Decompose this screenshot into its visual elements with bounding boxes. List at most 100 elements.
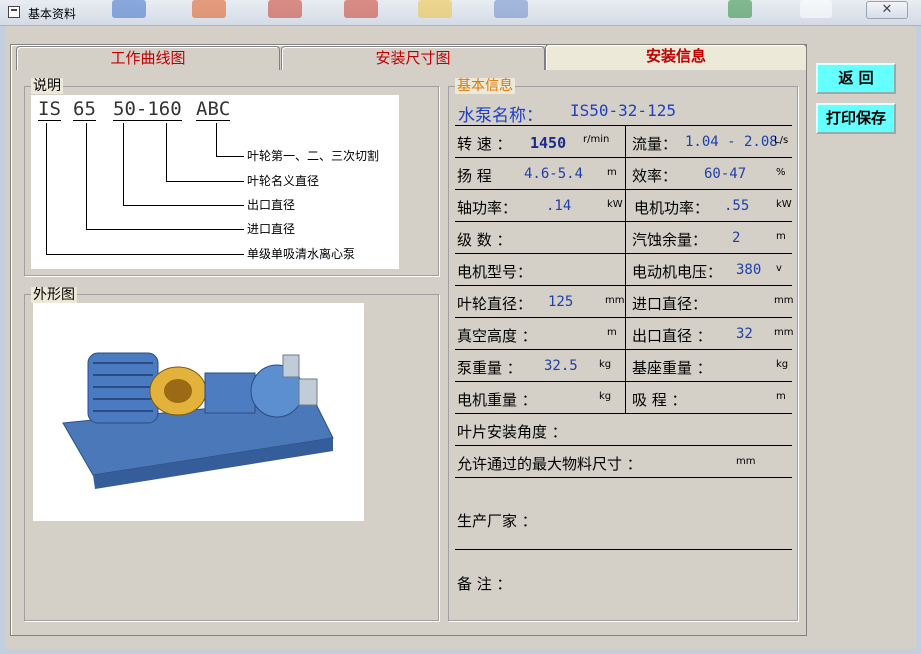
flow-value: 1.04 - 2.08: [685, 134, 778, 150]
pump-photo-icon: [62, 352, 334, 489]
shaft-power-unit: kW: [607, 199, 623, 210]
remarks-label: 备 注 ：: [457, 575, 512, 593]
code-inlet: 65: [73, 98, 96, 121]
leader-line: [46, 254, 244, 255]
print-save-button[interactable]: 打印保存: [816, 103, 896, 134]
blade-angle-label: 叶片安装角度 ：: [457, 423, 567, 441]
row-divider: [455, 285, 792, 286]
leader-line: [86, 229, 244, 230]
back-button[interactable]: 返 回: [816, 63, 896, 94]
taskbar-ghost-icon: [728, 0, 752, 18]
outlet-diameter-unit: mm: [774, 327, 794, 338]
base-weight-unit: kg: [776, 359, 789, 370]
motor-weight-label: 电机重量 ：: [457, 391, 537, 409]
motor-voltage-label: 电动机电压：: [632, 263, 723, 281]
code-cut: ABC: [196, 98, 231, 121]
leader-line: [86, 123, 87, 229]
outlet-diameter-label: 出口直径 ：: [632, 327, 712, 345]
taskbar-ghost-icon: [800, 0, 832, 18]
appearance-legend: 外形图: [31, 287, 77, 303]
annotation-cut: 叶轮第一、二、三次切割: [247, 149, 380, 163]
row-divider: [455, 157, 792, 158]
row-divider: [455, 445, 792, 446]
taskbar-ghost-icon: [268, 0, 302, 18]
speed-unit: r/min: [583, 134, 610, 145]
npsh-label: 汽蚀余量：: [632, 231, 708, 249]
head-unit: m: [607, 167, 617, 178]
motor-power-value: .55: [724, 198, 750, 214]
code-series: IS: [38, 98, 61, 121]
taskbar-ghost-icon: [344, 0, 378, 18]
row-divider: [455, 349, 792, 350]
npsh-unit: m: [776, 231, 786, 242]
leader-line: [216, 156, 244, 157]
max-particle-unit: mm: [736, 456, 756, 467]
outlet-diameter-value: 32: [736, 326, 753, 342]
taskbar-ghost-icon: [112, 0, 146, 18]
pump-weight-label: 泵重量 ：: [457, 359, 522, 377]
annotation-impeller: 叶轮名义直径: [247, 174, 320, 188]
row-divider: [455, 189, 792, 190]
efficiency-unit: %: [776, 167, 786, 178]
inlet-diameter-unit: mm: [774, 295, 794, 306]
pump-weight-value: 32.5: [544, 358, 578, 374]
motor-power-unit: kW: [776, 199, 792, 210]
row-divider: [455, 477, 792, 478]
leader-line: [216, 123, 217, 156]
annotation-inlet: 进口直径: [247, 222, 296, 236]
leader-line: [166, 123, 167, 181]
row-divider: [455, 125, 792, 126]
motor-model-label: 电机型号：: [457, 263, 533, 281]
pump-name-label: 水泵名称：: [458, 106, 543, 126]
motor-voltage-value: 380: [736, 262, 762, 278]
pump-weight-unit: kg: [599, 359, 612, 370]
leader-line: [46, 123, 47, 254]
taskbar-ghost-icon: [192, 0, 226, 18]
vacuum-height-unit: m: [607, 327, 617, 338]
flow-unit: L/s: [774, 135, 789, 146]
motor-power-label: 电机功率：: [634, 199, 710, 217]
row-divider: [455, 413, 792, 414]
efficiency-value: 60-47: [704, 166, 747, 182]
flow-label: 流量：: [632, 135, 678, 153]
row-divider: [455, 221, 792, 222]
pump-model-value: IS50-32-125: [570, 101, 676, 120]
impeller-diameter-label: 叶轮直径：: [457, 295, 533, 313]
efficiency-label: 效率：: [632, 167, 678, 185]
max-particle-label: 允许通过的最大物料尺寸 ：: [457, 455, 642, 473]
row-divider: [455, 549, 792, 550]
tab-install-info[interactable]: 安装信息: [545, 44, 807, 70]
inlet-diameter-label: 进口直径：: [632, 295, 708, 313]
head-label: 扬 程: [457, 167, 492, 185]
shaft-power-label: 轴功率：: [457, 199, 518, 217]
window-icon: [8, 6, 20, 18]
impeller-diameter-value: 125: [548, 294, 574, 310]
code-outlet-impeller: 50-160: [113, 98, 182, 121]
leader-line: [123, 205, 244, 206]
taskbar-ghost-icon: [494, 0, 528, 18]
leader-line: [123, 123, 124, 205]
annotation-type: 单级单吸清水离心泵: [247, 247, 356, 261]
suction-lift-unit: m: [776, 391, 786, 402]
shaft-power-value: .14: [546, 198, 572, 214]
basic-info-legend: 基本信息: [455, 78, 515, 94]
row-divider: [455, 381, 792, 382]
motor-voltage-unit: v: [776, 263, 782, 274]
suction-lift-label: 吸 程 ：: [632, 391, 687, 409]
impeller-diameter-unit: mm: [605, 295, 625, 306]
column-divider: [625, 125, 626, 413]
head-value: 4.6-5.4: [524, 166, 584, 182]
motor-weight-unit: kg: [599, 391, 612, 402]
speed-label: 转 速 ：: [457, 135, 512, 153]
base-weight-label: 基座重量 ：: [632, 359, 712, 377]
window-title: 基本资料: [28, 7, 77, 21]
vacuum-height-label: 真空高度 ：: [457, 327, 537, 345]
tab-work-curve[interactable]: 工作曲线图: [16, 46, 280, 70]
row-divider: [455, 317, 792, 318]
manufacturer-label: 生产厂家 ：: [457, 512, 537, 530]
tab-install-dimensions[interactable]: 安装尺寸图: [281, 46, 545, 70]
row-divider: [455, 253, 792, 254]
annotation-outlet: 出口直径: [247, 198, 296, 212]
taskbar-ghost-icon: [418, 0, 452, 18]
close-button[interactable]: ✕: [866, 1, 908, 19]
